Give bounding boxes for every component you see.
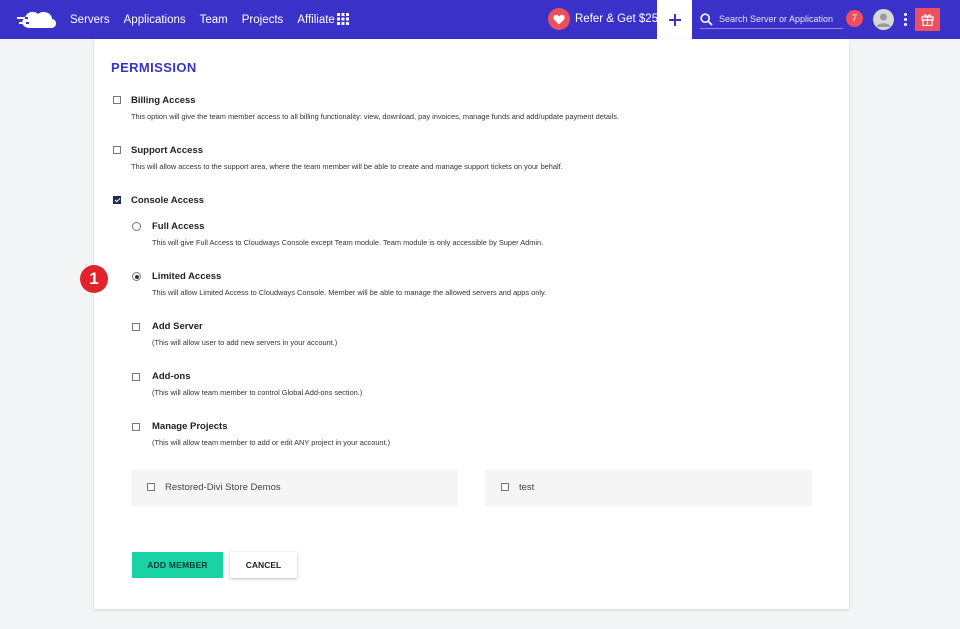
addons-desc: (This will allow team member to control … bbox=[152, 388, 363, 397]
full-access-title: Full Access bbox=[152, 221, 205, 232]
limited-access-title: Limited Access bbox=[152, 271, 222, 282]
addons-checkbox[interactable] bbox=[132, 373, 140, 381]
support-access-title: Support Access bbox=[131, 145, 203, 156]
console-access-checkbox[interactable] bbox=[113, 196, 121, 204]
cloudways-logo[interactable] bbox=[16, 8, 60, 32]
search-input[interactable] bbox=[719, 14, 839, 24]
support-access-desc: This will allow access to the support ar… bbox=[131, 162, 563, 171]
add-server-desc: (This will allow user to add new servers… bbox=[152, 338, 338, 347]
billing-access-checkbox[interactable] bbox=[113, 96, 121, 104]
nav-affiliate[interactable]: Affiliate bbox=[297, 14, 335, 26]
apps-grid-icon[interactable] bbox=[337, 13, 349, 25]
top-navbar: Servers Applications Team Projects Affil… bbox=[0, 0, 960, 39]
manage-projects-checkbox[interactable] bbox=[132, 423, 140, 431]
console-access-option: Console Access bbox=[131, 195, 204, 206]
full-access-radio[interactable] bbox=[132, 222, 141, 231]
support-access-checkbox[interactable] bbox=[113, 146, 121, 154]
add-server-option: Add Server (This will allow user to add … bbox=[152, 321, 337, 347]
manage-projects-desc: (This will allow team member to add or e… bbox=[152, 438, 391, 447]
gift-button[interactable] bbox=[915, 8, 940, 31]
nav-team[interactable]: Team bbox=[200, 14, 228, 26]
project-checkbox[interactable] bbox=[147, 483, 155, 491]
search-bar bbox=[700, 10, 843, 29]
project-item[interactable]: Restored-Divi Store Demos bbox=[131, 470, 458, 506]
addons-title: Add-ons bbox=[152, 371, 191, 382]
add-server-title: Add Server bbox=[152, 321, 203, 332]
project-item[interactable]: test bbox=[485, 470, 812, 506]
support-access-option: Support Access This will allow access to… bbox=[131, 145, 563, 171]
cancel-button[interactable]: CANCEL bbox=[230, 552, 297, 578]
add-server-checkbox[interactable] bbox=[132, 323, 140, 331]
billing-access-option: Billing Access This option will give the… bbox=[131, 95, 619, 121]
billing-access-desc: This option will give the team member ac… bbox=[131, 112, 620, 121]
plus-icon bbox=[668, 13, 681, 26]
step-number-badge: 1 bbox=[80, 265, 108, 293]
full-access-option: Full Access This will give Full Access t… bbox=[152, 221, 543, 247]
nav-servers[interactable]: Servers bbox=[70, 14, 110, 26]
billing-access-title: Billing Access bbox=[131, 95, 196, 106]
nav-applications[interactable]: Applications bbox=[124, 14, 186, 26]
more-menu-icon[interactable] bbox=[899, 12, 911, 27]
addons-option: Add-ons (This will allow team member to … bbox=[152, 371, 362, 397]
project-checkbox[interactable] bbox=[501, 483, 509, 491]
limited-access-desc: This will allow Limited Access to Cloudw… bbox=[152, 288, 547, 297]
manage-projects-title: Manage Projects bbox=[152, 421, 228, 432]
avatar[interactable] bbox=[873, 9, 894, 30]
refer-button[interactable]: Refer & Get $25 bbox=[548, 8, 658, 30]
limited-access-radio[interactable] bbox=[132, 272, 141, 281]
manage-projects-option: Manage Projects (This will allow team me… bbox=[152, 421, 390, 447]
nav-projects[interactable]: Projects bbox=[242, 14, 284, 26]
section-title: PERMISSION bbox=[111, 60, 197, 75]
project-label: Restored-Divi Store Demos bbox=[165, 482, 281, 493]
notification-badge[interactable]: 7 bbox=[846, 10, 863, 27]
full-access-desc: This will give Full Access to Cloudways … bbox=[152, 238, 544, 247]
search-icon bbox=[700, 12, 713, 26]
project-label: test bbox=[519, 482, 535, 493]
gift-icon bbox=[921, 14, 934, 26]
main-nav: Servers Applications Team Projects Affil… bbox=[70, 0, 349, 39]
console-access-title: Console Access bbox=[131, 195, 205, 206]
limited-access-option: Limited Access This will allow Limited A… bbox=[152, 271, 546, 297]
add-member-button[interactable]: ADD MEMBER bbox=[132, 552, 223, 578]
add-new-button[interactable] bbox=[657, 0, 692, 39]
heart-icon bbox=[548, 8, 570, 30]
user-icon bbox=[876, 13, 891, 27]
refer-label: Refer & Get $25 bbox=[575, 13, 659, 25]
